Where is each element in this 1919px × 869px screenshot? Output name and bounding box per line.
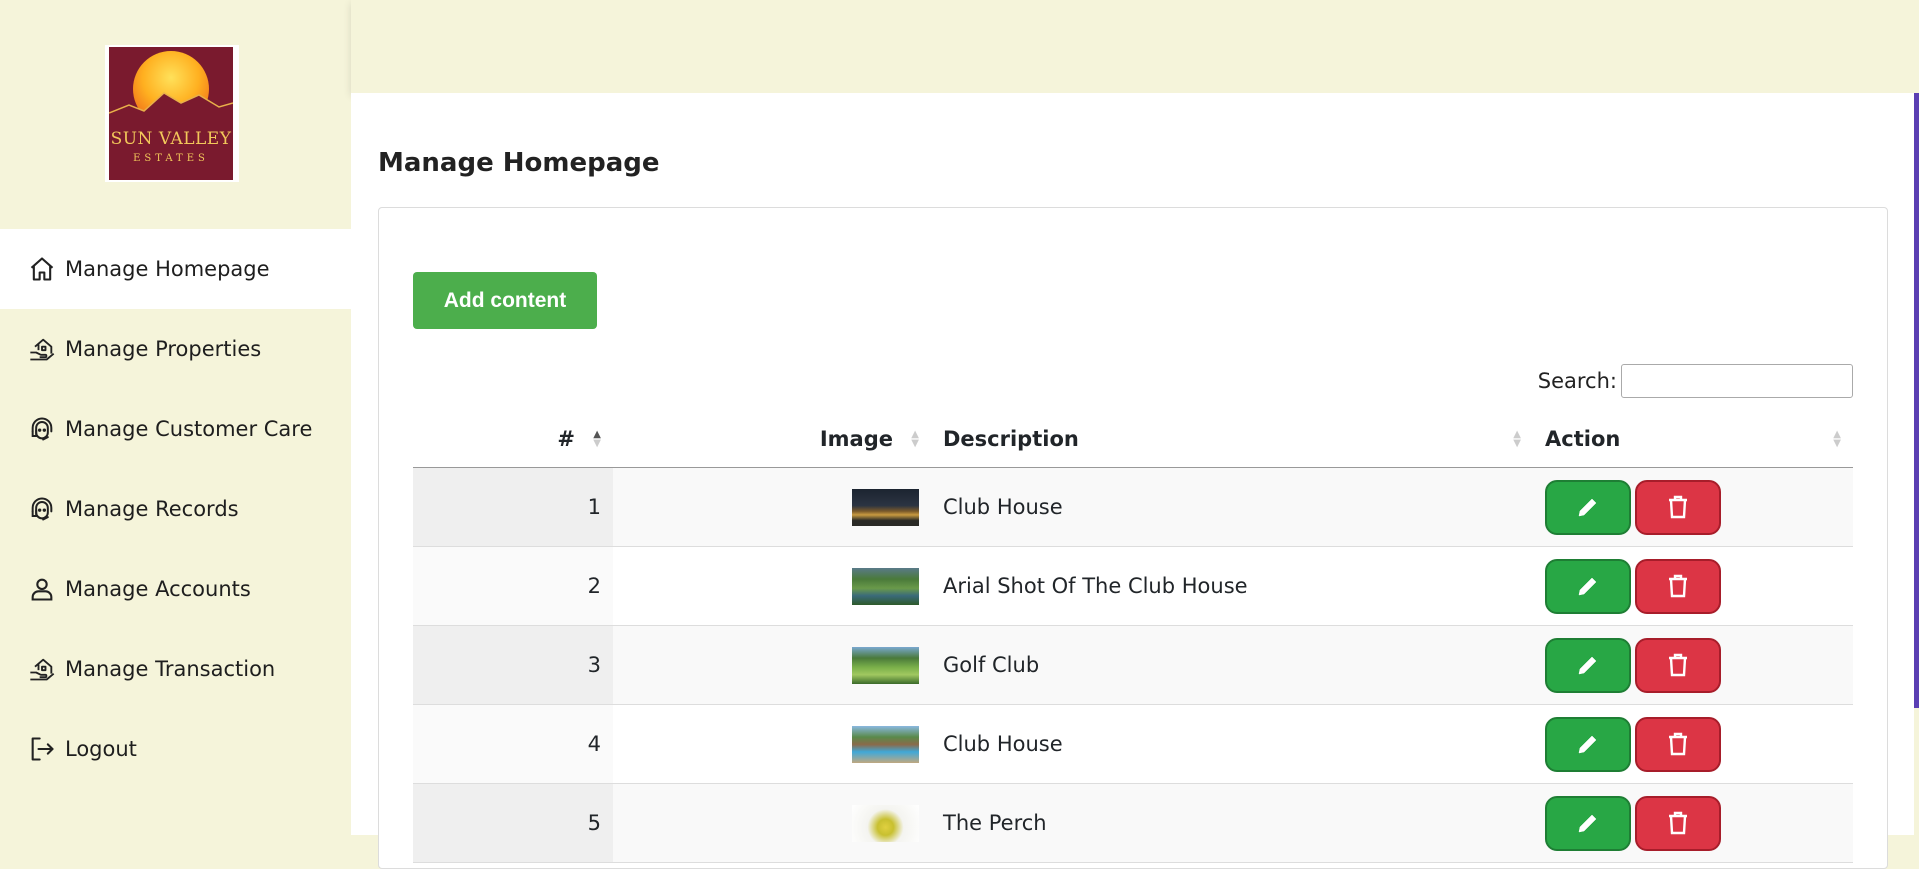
pencil-icon: [1578, 735, 1597, 754]
content-table: # ▲ ▼ Image ▲ ▼ Description ▲ ▼ Action ▲ ▼: [413, 411, 1853, 863]
sidebar-item-manage-customer-care[interactable]: Manage Customer Care: [0, 389, 351, 469]
sort-icon: ▲ ▼: [1513, 429, 1521, 449]
table-row: 4 Club House: [413, 704, 1853, 784]
sidebar: SUN VALLEY ESTATES Manage Homepage Manag…: [0, 0, 351, 835]
delete-button[interactable]: [1635, 637, 1721, 693]
pencil-icon: [1578, 498, 1597, 517]
sort-icon: ▲ ▼: [911, 429, 919, 449]
sidebar-item-manage-properties[interactable]: Manage Properties: [0, 309, 351, 389]
trash-icon: [1669, 653, 1687, 677]
sidebar-item-label: Manage Accounts: [65, 577, 251, 601]
trash-icon: [1669, 811, 1687, 835]
support-agent-icon: [27, 494, 57, 524]
sidebar-item-label: Logout: [65, 737, 137, 761]
map-thumbnail: [852, 804, 919, 842]
row-number: 2: [413, 546, 613, 626]
sidebar-item-label: Manage Transaction: [65, 657, 276, 681]
user-icon: [27, 574, 57, 604]
table-row: 5 The Perch: [413, 783, 1853, 863]
delete-button[interactable]: [1635, 558, 1721, 614]
page-title: Manage Homepage: [378, 148, 660, 178]
pool-clubhouse-thumbnail: [852, 725, 919, 763]
column-header-number[interactable]: # ▲ ▼: [413, 411, 613, 468]
trash-icon: [1669, 732, 1687, 756]
row-description: Arial Shot Of The Club House: [931, 546, 1533, 626]
row-number: 4: [413, 704, 613, 784]
sidebar-item-manage-accounts[interactable]: Manage Accounts: [0, 549, 351, 629]
edit-button[interactable]: [1545, 716, 1631, 772]
edit-button[interactable]: [1545, 637, 1631, 693]
sort-ascending-icon: ▲ ▼: [593, 429, 601, 449]
edit-button[interactable]: [1545, 479, 1631, 535]
top-bar: [351, 0, 1919, 93]
golf-course-thumbnail: [852, 646, 919, 684]
edit-button[interactable]: [1545, 558, 1631, 614]
edit-button[interactable]: [1545, 795, 1631, 851]
row-description: Club House: [931, 467, 1533, 547]
table-row: 2 Arial Shot Of The Club House: [413, 546, 1853, 626]
row-number: 3: [413, 625, 613, 705]
logo-emblem: SUN VALLEY ESTATES: [109, 47, 233, 180]
column-header-label: Image: [819, 427, 893, 451]
sidebar-item-label: Manage Homepage: [65, 257, 270, 281]
sun-valley-logo[interactable]: SUN VALLEY ESTATES: [105, 45, 239, 182]
table-row: 1 Club House: [413, 467, 1853, 547]
column-header-action[interactable]: Action ▲ ▼: [1533, 411, 1853, 468]
search-box: Search:: [1538, 364, 1853, 398]
table-header-row: # ▲ ▼ Image ▲ ▼ Description ▲ ▼ Action ▲ ▼: [413, 411, 1853, 468]
delete-button[interactable]: [1635, 716, 1721, 772]
sidebar-item-label: Manage Customer Care: [65, 417, 313, 441]
sidebar-item-label: Manage Records: [65, 497, 239, 521]
search-input[interactable]: [1621, 364, 1853, 398]
pencil-icon: [1578, 656, 1597, 675]
delete-button[interactable]: [1635, 795, 1721, 851]
scrollbar-thumb[interactable]: [1914, 93, 1919, 708]
row-description: Club House: [931, 704, 1533, 784]
column-header-description[interactable]: Description ▲ ▼: [931, 411, 1533, 468]
aerial-clubhouse-thumbnail: [852, 567, 919, 605]
logo-text-secondary: ESTATES: [133, 153, 209, 164]
content-card: Add content Search: # ▲ ▼ Image ▲ ▼ Descr: [378, 207, 1888, 869]
add-content-button[interactable]: Add content: [413, 272, 597, 329]
column-header-label: Action: [1545, 427, 1621, 451]
sidebar-item-manage-homepage[interactable]: Manage Homepage: [0, 229, 351, 309]
row-number: 5: [413, 783, 613, 863]
home-icon: [27, 254, 57, 284]
column-header-image[interactable]: Image ▲ ▼: [613, 411, 931, 468]
sidebar-item-manage-records[interactable]: Manage Records: [0, 469, 351, 549]
column-header-label: Description: [943, 427, 1079, 451]
trash-icon: [1669, 495, 1687, 519]
night-clubhouse-thumbnail: [852, 488, 919, 526]
delete-button[interactable]: [1635, 479, 1721, 535]
table-row: 3 Golf Club: [413, 625, 1853, 705]
pencil-icon: [1578, 577, 1597, 596]
column-header-label: #: [557, 427, 575, 451]
logout-icon: [27, 734, 57, 764]
sidebar-item-manage-transaction[interactable]: Manage Transaction: [0, 629, 351, 709]
property-icon: [27, 654, 57, 684]
sort-icon: ▲ ▼: [1833, 429, 1841, 449]
pencil-icon: [1578, 814, 1597, 833]
logo-text-primary: SUN VALLEY: [110, 129, 232, 149]
row-description: The Perch: [931, 783, 1533, 863]
support-agent-icon: [27, 414, 57, 444]
sidebar-item-label: Manage Properties: [65, 337, 262, 361]
trash-icon: [1669, 574, 1687, 598]
row-description: Golf Club: [931, 625, 1533, 705]
main-content: Manage Homepage Add content Search: # ▲ ▼…: [351, 93, 1914, 869]
row-number: 1: [413, 467, 613, 547]
sidebar-item-logout[interactable]: Logout: [0, 709, 351, 789]
property-icon: [27, 334, 57, 364]
search-label: Search:: [1537, 369, 1617, 393]
